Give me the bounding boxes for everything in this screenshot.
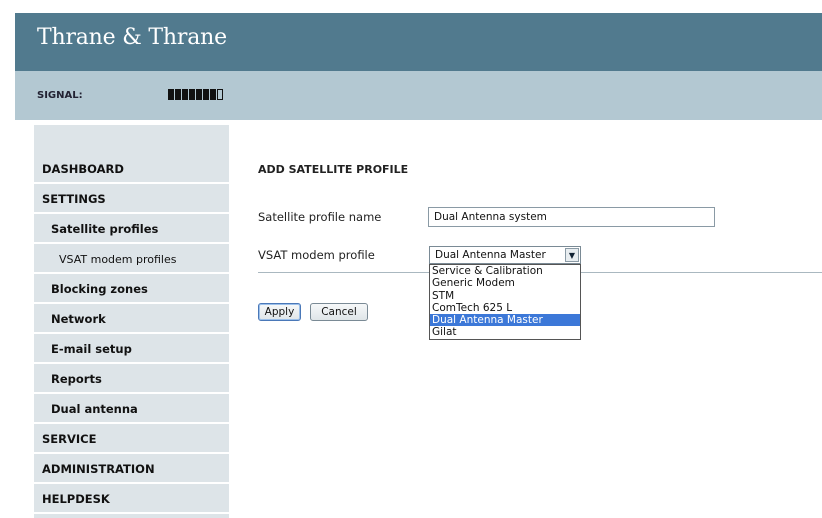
sidebar-item-reports[interactable]: Reports [34, 366, 229, 394]
modem-profile-option[interactable]: Generic Modem [430, 277, 580, 289]
sidebar-item-network[interactable]: Network [34, 306, 229, 334]
modem-profile-option[interactable]: Service & Calibration [430, 265, 580, 277]
sidebar-item-settings[interactable]: SETTINGS [34, 186, 229, 214]
signal-strength-meter [168, 89, 223, 100]
signal-bar-segment [203, 89, 209, 100]
sidebar-item-e-mail-setup[interactable]: E-mail setup [34, 336, 229, 364]
sidebar-item-dashboard[interactable]: DASHBOARD [34, 156, 229, 184]
sidebar-item-satellite-profiles[interactable]: Satellite profiles [34, 216, 229, 244]
modem-profile-option[interactable]: ComTech 625 L [430, 302, 580, 314]
modem-profile-selected-value: Dual Antenna Master [435, 249, 546, 261]
signal-bar-segment [196, 89, 202, 100]
brand-logo-text: Thrane & Thrane [37, 25, 227, 50]
signal-bar-segment [210, 89, 216, 100]
profile-name-input[interactable] [428, 207, 715, 227]
sidebar-item-vsat-modem-profiles[interactable]: VSAT modem profiles [34, 246, 229, 274]
modem-profile-option[interactable]: Gilat [430, 326, 580, 338]
brand-header: Thrane & Thrane [15, 13, 822, 71]
sidebar-item-blocking-zones[interactable]: Blocking zones [34, 276, 229, 304]
sidebar-item-helpdesk[interactable]: HELPDESK [34, 486, 229, 514]
modem-profile-option[interactable]: Dual Antenna Master [430, 314, 580, 327]
modem-profile-label: VSAT modem profile [258, 248, 375, 262]
sidebar-nav: DASHBOARD SETTINGS Satellite profiles VSAT … [34, 125, 229, 518]
apply-button[interactable]: Apply [258, 303, 301, 321]
page-title: ADD SATELLITE PROFILE [258, 163, 409, 176]
signal-bar-segment [168, 89, 174, 100]
signal-bar-segment [217, 89, 223, 100]
profile-name-label: Satellite profile name [258, 210, 382, 224]
sidebar-item-administration[interactable]: ADMINISTRATION [34, 456, 229, 484]
modem-profile-select[interactable]: Dual Antenna Master ▼ [429, 246, 581, 264]
cancel-button[interactable]: Cancel [310, 303, 368, 321]
signal-bar-segment [182, 89, 188, 100]
sidebar-item-service[interactable]: SERVICE [34, 426, 229, 454]
signal-status-bar: SIGNAL: [15, 71, 822, 120]
signal-label: SIGNAL: [37, 90, 83, 101]
chevron-down-icon[interactable]: ▼ [565, 248, 579, 262]
signal-bar-segment [175, 89, 181, 100]
signal-bar-segment [189, 89, 195, 100]
modem-profile-dropdown-list: Service & Calibration Generic Modem STM Com… [429, 264, 581, 340]
sidebar-item-dual-antenna[interactable]: Dual antenna [34, 396, 229, 424]
modem-profile-option[interactable]: STM [430, 290, 580, 302]
